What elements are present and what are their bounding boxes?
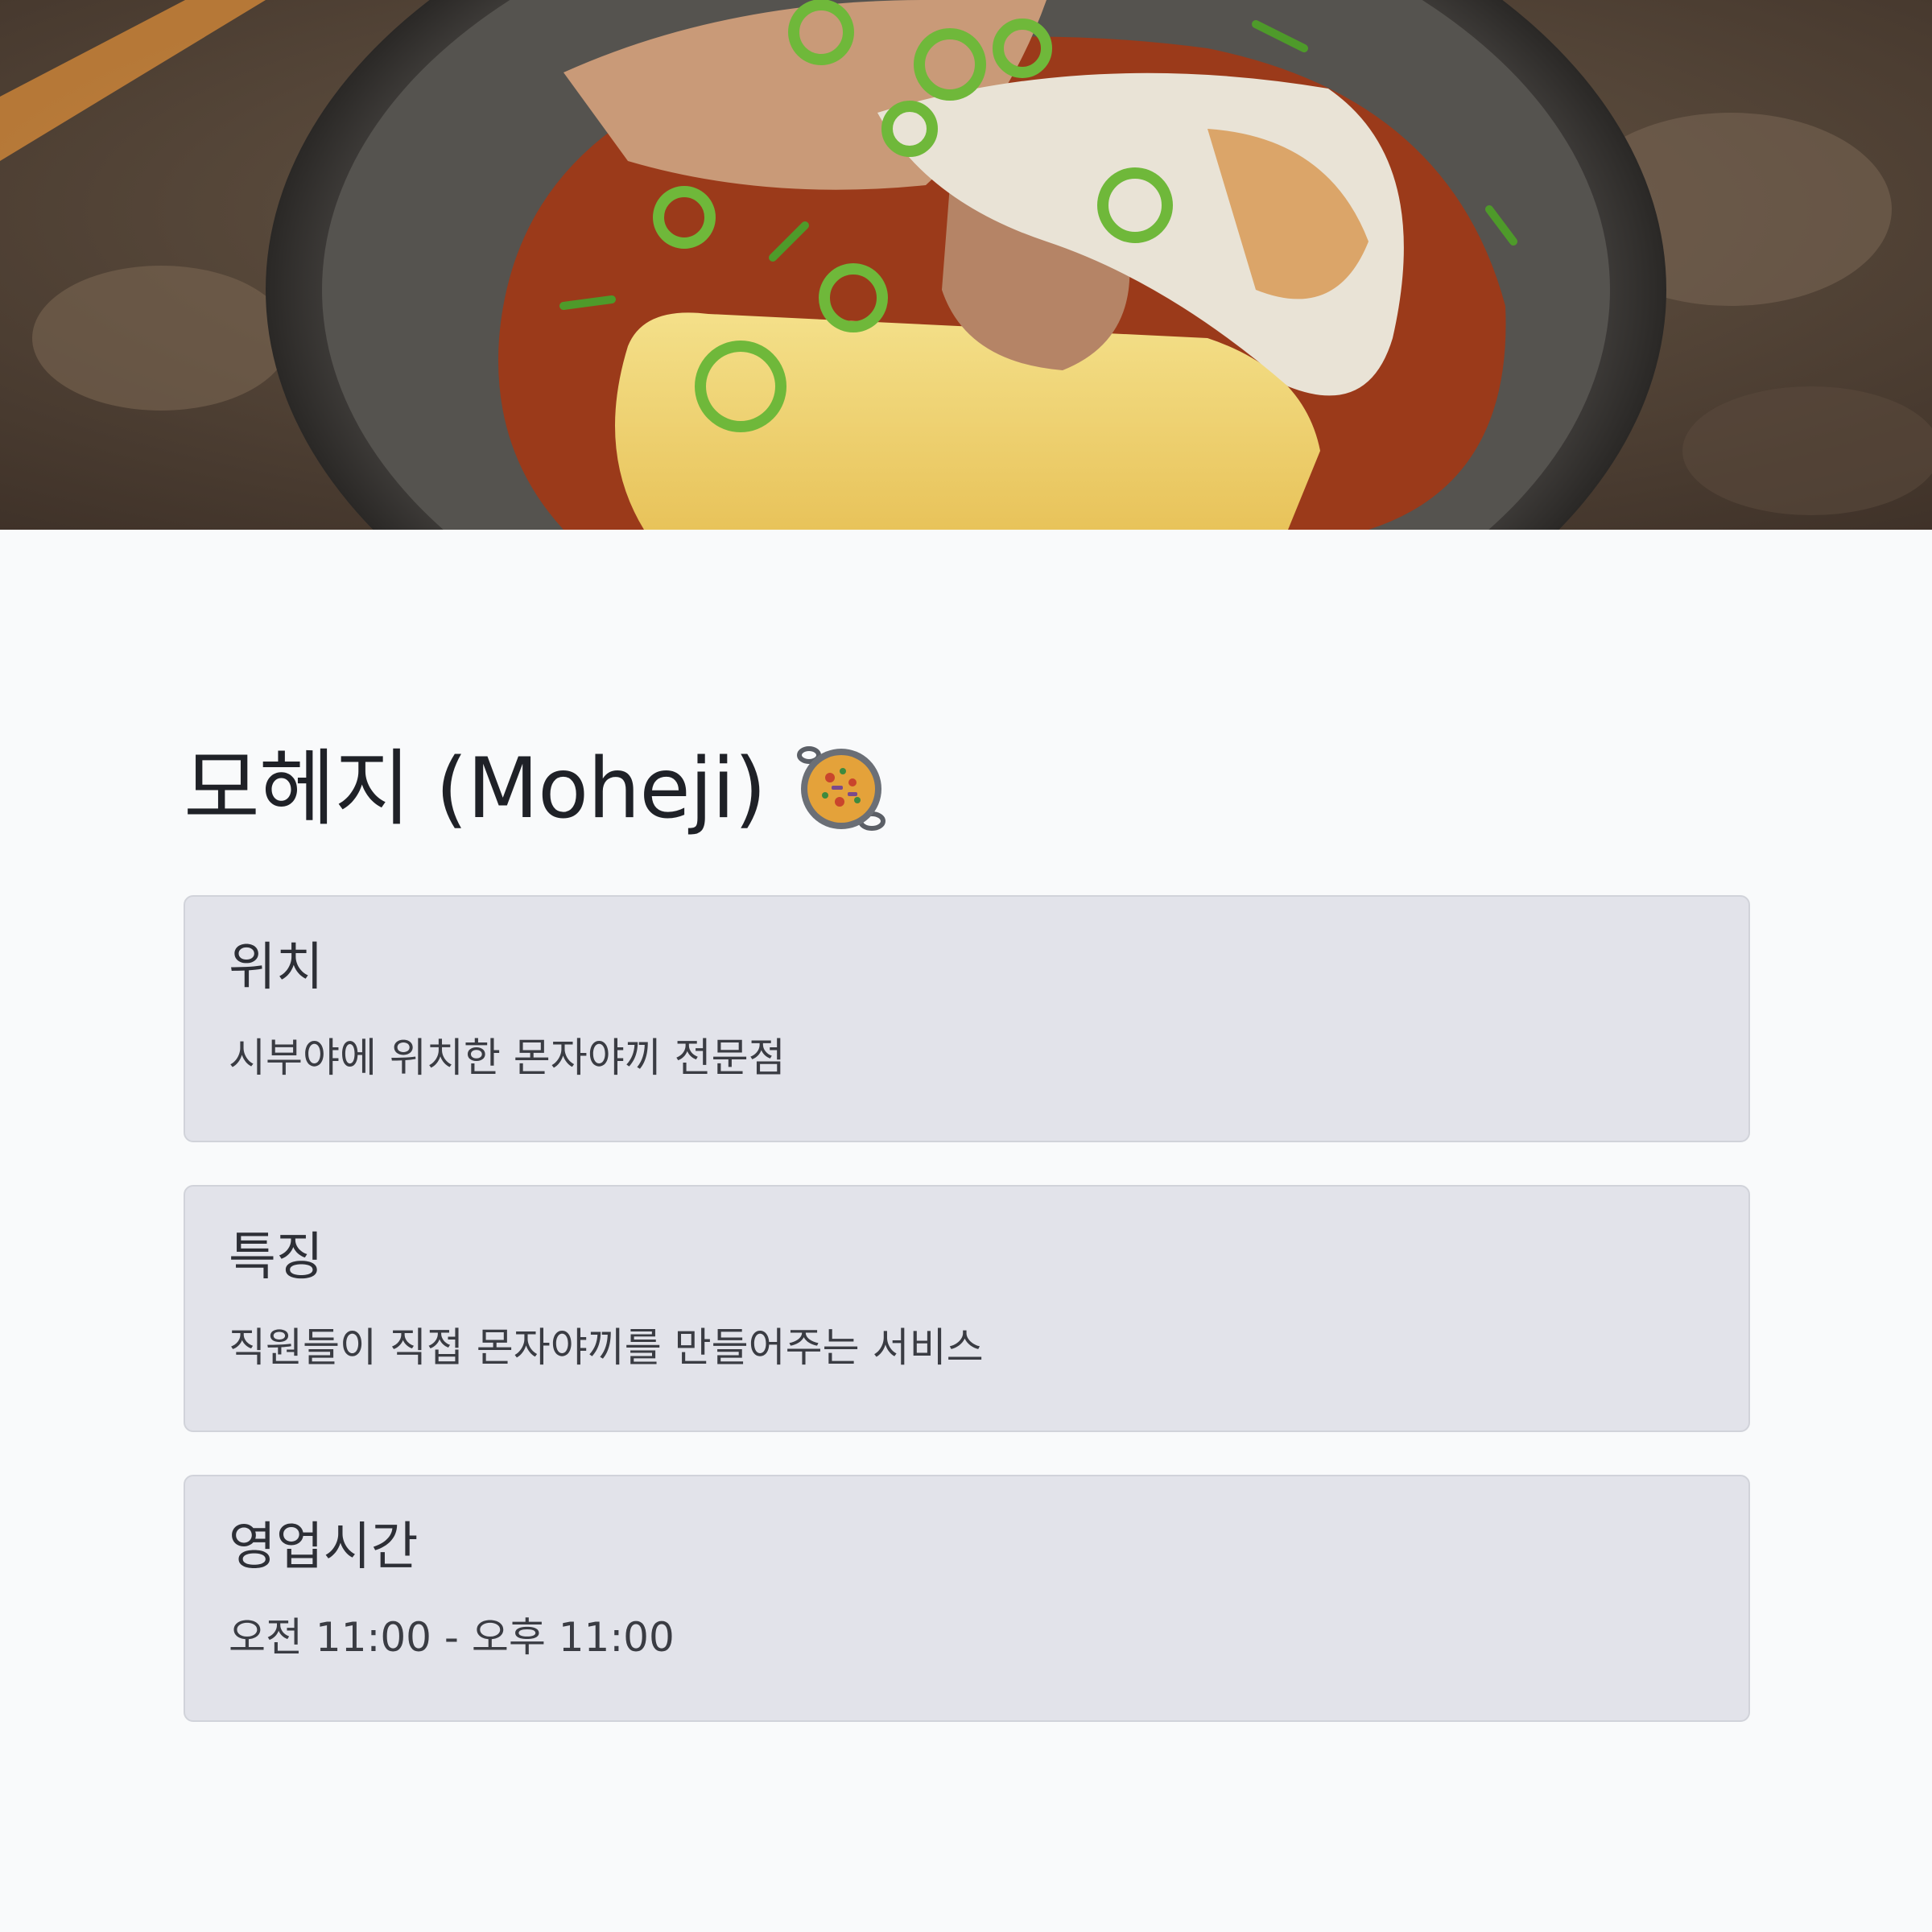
hours-heading: 영업시간 [229, 1517, 419, 1577]
paella-pan-icon [795, 742, 888, 836]
hours-text: 오전 11:00 - 오후 11:00 [229, 1614, 675, 1661]
features-heading: 특징 [229, 1228, 324, 1287]
hours-card: 영업시간 오전 11:00 - 오후 11:00 [184, 1475, 1750, 1722]
hero-image [0, 0, 1932, 530]
info-cards: 위치 시부야에 위치한 몬자야끼 전문점 특징 직원들이 직접 몬자야끼를 만들… [184, 895, 1750, 1722]
location-text: 시부야에 위치한 몬자야끼 전문점 [229, 1034, 786, 1081]
restaurant-info: 모헤지 (Moheji) 위치 시부야에 위치한 몬자야끼 전문점 특징 직원들… [184, 724, 1750, 1765]
features-card: 특징 직원들이 직접 몬자야끼를 만들어주는 서비스 [184, 1185, 1750, 1432]
page-title: 모헤지 (Moheji) [184, 724, 1750, 853]
location-card: 위치 시부야에 위치한 몬자야끼 전문점 [184, 895, 1750, 1142]
location-heading: 위치 [229, 938, 324, 997]
features-text: 직원들이 직접 몬자야끼를 만들어주는 서비스 [229, 1324, 984, 1371]
restaurant-name: 모헤지 (Moheji) [184, 741, 766, 837]
